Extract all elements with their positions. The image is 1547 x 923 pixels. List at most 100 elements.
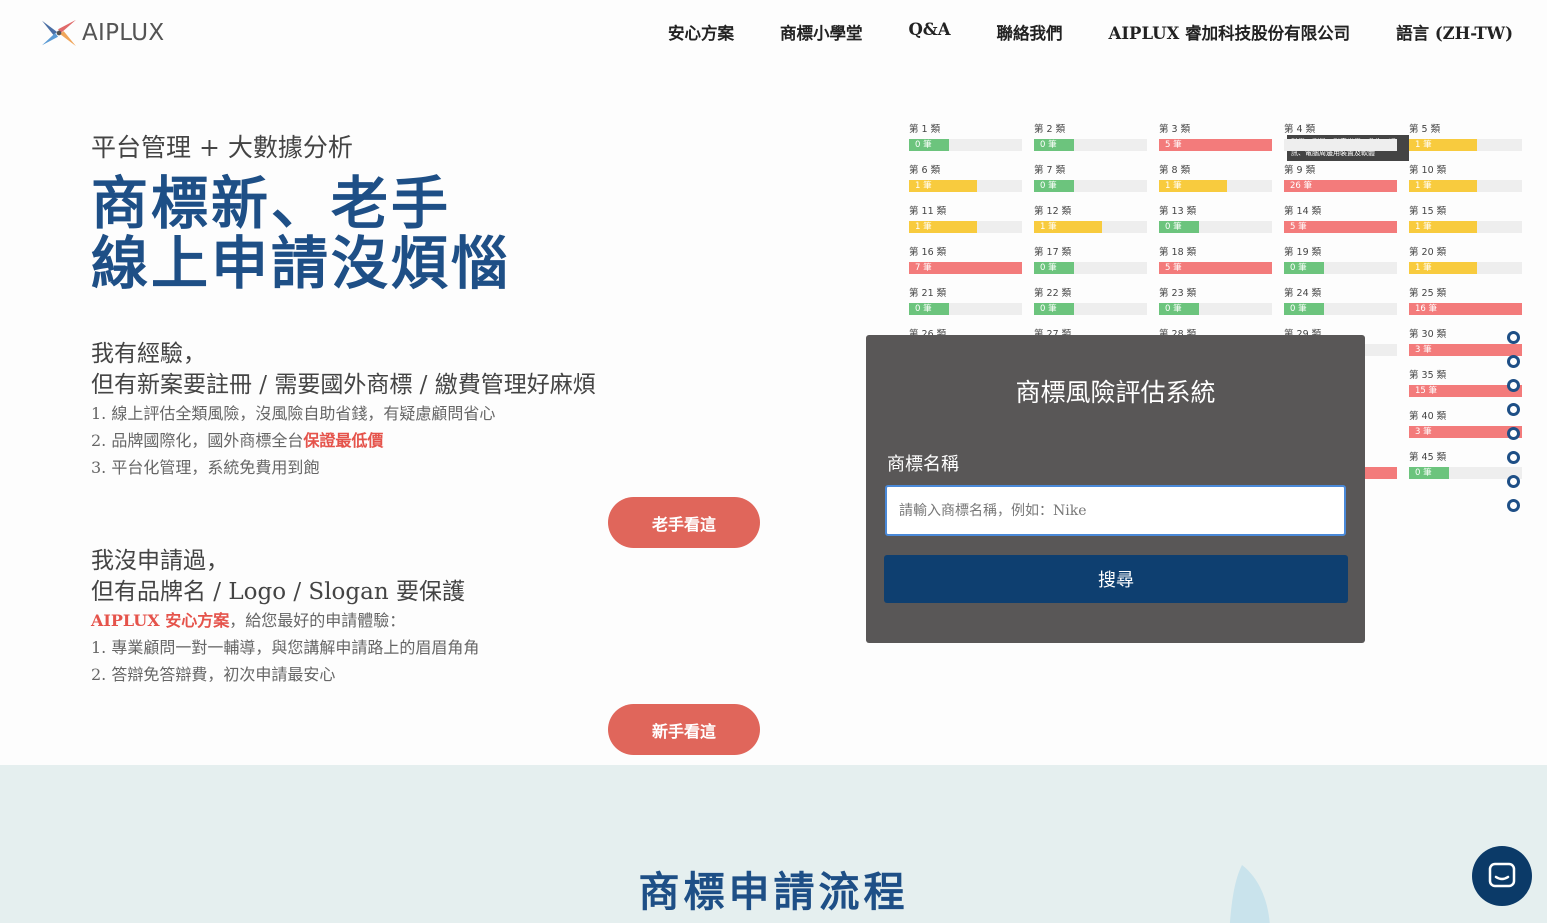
risk-class-cell[interactable]: 第 7 類 0 筆 <box>1034 162 1147 192</box>
risk-class-label: 第 5 類 <box>1409 124 1441 135</box>
nav-language[interactable]: 語言 (ZH-TW) <box>1396 20 1513 44</box>
risk-bar: 0 筆 <box>1159 303 1199 315</box>
risk-class-cell[interactable]: 第 2 類 0 筆 <box>1034 121 1147 151</box>
risk-class-cell[interactable]: 第 6 類 1 筆 <box>909 162 1022 192</box>
risk-class-label: 第 35 類 <box>1409 370 1447 381</box>
veteran-button[interactable]: 老手看這 <box>608 497 760 548</box>
risk-bar: 0 筆 <box>909 139 949 151</box>
risk-class-cell[interactable]: 第 9 類 26 筆 <box>1284 162 1397 192</box>
risk-class-cell[interactable]: 第 12 類 1 筆 <box>1034 203 1147 233</box>
risk-bar: 0 筆 <box>1284 262 1324 274</box>
hero-subtitle: 平台管理 + 大數據分析 <box>91 133 353 162</box>
nav-company[interactable]: AIPLUX 睿加科技股份有限公司 <box>1109 20 1351 44</box>
brand-logo[interactable]: AIPLUX <box>40 16 164 50</box>
nav-plan[interactable]: 安心方案 <box>668 20 734 44</box>
list-item: 2. 品牌國際化，國外商標全台保證最低價 <box>91 427 495 454</box>
risk-bar: 0 筆 <box>1034 303 1074 315</box>
risk-bar-track: 5 筆 <box>1284 221 1397 233</box>
risk-bar: 0 筆 <box>1284 303 1324 315</box>
risk-class-cell[interactable]: 第 25 類 16 筆 <box>1409 285 1522 315</box>
carousel-dot[interactable] <box>1507 355 1520 368</box>
risk-class-cell[interactable]: 第 1 類 0 筆 <box>909 121 1022 151</box>
hero-title-line1: 商標新、老手 <box>91 170 451 237</box>
risk-bar-track: 26 筆 <box>1284 180 1397 192</box>
site-header: AIPLUX 安心方案 商標小學堂 Q&A 聯絡我們 AIPLUX 睿加科技股份… <box>0 0 1547 64</box>
risk-class-cell[interactable]: 第 3 類 5 筆 <box>1159 121 1272 151</box>
risk-class-cell[interactable]: 第 8 類 1 筆 <box>1159 162 1272 192</box>
risk-class-cell[interactable]: 第 30 類 3 筆 <box>1409 326 1522 356</box>
risk-bar: 1 筆 <box>1409 180 1477 192</box>
chat-button[interactable] <box>1472 846 1532 906</box>
risk-class-cell[interactable]: 第 16 類 7 筆 <box>909 244 1022 274</box>
risk-class-cell[interactable]: 第 22 類 0 筆 <box>1034 285 1147 315</box>
chat-icon <box>1488 862 1516 888</box>
newbie-list: AIPLUX 安心方案，給您最好的申請體驗： 1. 專業顧問一對一輔導，與您講解… <box>91 607 479 688</box>
risk-bar-track: 1 筆 <box>1409 180 1522 192</box>
search-button[interactable]: 搜尋 <box>884 555 1348 603</box>
risk-class-label: 第 9 類 <box>1284 165 1316 176</box>
risk-class-label: 第 4 類 <box>1284 124 1316 135</box>
risk-class-cell[interactable]: 第 40 類 3 筆 <box>1409 408 1522 438</box>
risk-class-cell[interactable]: 第 18 類 5 筆 <box>1159 244 1272 274</box>
risk-class-cell[interactable]: 第 10 類 1 筆 <box>1409 162 1522 192</box>
plan-link[interactable]: AIPLUX 安心方案 <box>91 611 229 630</box>
risk-bar-track: 0 筆 <box>1034 180 1147 192</box>
risk-class-cell[interactable]: 第 45 類 0 筆 <box>1409 449 1522 479</box>
risk-bar-track: 0 筆 <box>1284 303 1397 315</box>
risk-bar-track: 7 筆 <box>909 262 1022 274</box>
trademark-name-input[interactable] <box>885 485 1346 536</box>
risk-class-cell[interactable]: 第 21 類 0 筆 <box>909 285 1022 315</box>
risk-bar: 3 筆 <box>1409 426 1522 438</box>
carousel-dot[interactable] <box>1507 499 1520 512</box>
risk-bar: 16 筆 <box>1409 303 1522 315</box>
risk-bar-track: 1 筆 <box>909 180 1022 192</box>
risk-class-label: 第 13 類 <box>1159 206 1197 217</box>
list-item: 2. 答辯免答辯費，初次申請最安心 <box>91 665 336 684</box>
newbie-heading: 我沒申請過， 但有品牌名 / Logo / Slogan 要保護 <box>91 546 465 608</box>
risk-bar: 5 筆 <box>1284 221 1397 233</box>
risk-class-cell[interactable]: 第 5 類 1 筆 <box>1409 121 1522 151</box>
carousel-dot[interactable] <box>1507 451 1520 464</box>
carousel-dot[interactable] <box>1507 427 1520 440</box>
risk-bar-track: 5 筆 <box>1159 139 1272 151</box>
hero-title-line2: 線上申請沒煩惱 <box>91 230 511 297</box>
risk-bar-track: 1 筆 <box>1409 221 1522 233</box>
risk-class-cell[interactable]: 第 14 類 5 筆 <box>1284 203 1397 233</box>
risk-class-label: 第 21 類 <box>909 288 947 299</box>
risk-class-cell[interactable]: 第 23 類 0 筆 <box>1159 285 1272 315</box>
risk-class-label: 第 3 類 <box>1159 124 1191 135</box>
risk-class-label: 第 7 類 <box>1034 165 1066 176</box>
risk-class-cell[interactable]: 第 20 類 1 筆 <box>1409 244 1522 274</box>
risk-bar: 1 筆 <box>909 221 977 233</box>
risk-class-label: 第 8 類 <box>1159 165 1191 176</box>
veteran-list: 1. 線上評估全類風險，沒風險自助省錢，有疑慮顧問省心 2. 品牌國際化，國外商… <box>91 400 495 481</box>
search-card-title: 商標風險評估系統 <box>1015 378 1216 407</box>
risk-class-label: 第 19 類 <box>1284 247 1322 258</box>
carousel-dot[interactable] <box>1507 331 1520 344</box>
risk-bar-track: 0 筆 <box>909 139 1022 151</box>
nav-qa[interactable]: Q&A <box>908 20 950 44</box>
nav-academy[interactable]: 商標小學堂 <box>780 20 863 44</box>
risk-bar: 0 筆 <box>1159 221 1199 233</box>
risk-class-cell[interactable]: 第 13 類 0 筆 <box>1159 203 1272 233</box>
risk-class-cell[interactable]: 第 11 類 1 筆 <box>909 203 1022 233</box>
hero-title: 商標新、老手 線上申請沒煩惱 <box>91 174 511 294</box>
nav-contact[interactable]: 聯絡我們 <box>997 20 1063 44</box>
risk-class-cell[interactable]: 第 15 類 1 筆 <box>1409 203 1522 233</box>
risk-class-cell[interactable]: 第 24 類 0 筆 <box>1284 285 1397 315</box>
carousel-dot[interactable] <box>1507 403 1520 416</box>
risk-bar-track: 0 筆 <box>1034 262 1147 274</box>
carousel-dot[interactable] <box>1507 379 1520 392</box>
process-section: 商標申請流程 <box>0 765 1547 923</box>
risk-class-cell[interactable]: 第 19 類 0 筆 <box>1284 244 1397 274</box>
list-item: 3. 平台化管理，系統免費用到飽 <box>91 458 320 477</box>
risk-class-cell[interactable]: 第 4 類 <box>1284 121 1397 151</box>
risk-class-label: 第 6 類 <box>909 165 941 176</box>
carousel-dot[interactable] <box>1507 475 1520 488</box>
risk-bar-track: 0 筆 <box>909 303 1022 315</box>
newbie-button[interactable]: 新手看這 <box>608 704 760 755</box>
risk-class-label: 第 1 類 <box>909 124 941 135</box>
risk-bar: 0 筆 <box>1034 180 1074 192</box>
risk-class-cell[interactable]: 第 35 類 15 筆 <box>1409 367 1522 397</box>
risk-class-cell[interactable]: 第 17 類 0 筆 <box>1034 244 1147 274</box>
